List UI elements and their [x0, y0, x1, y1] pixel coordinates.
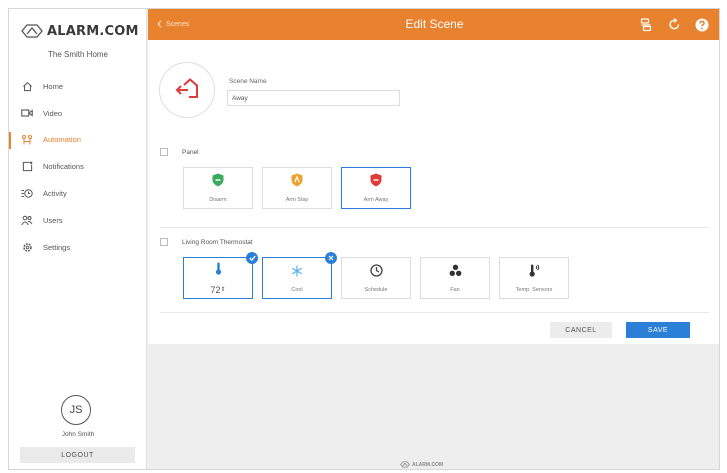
activity-icon: [21, 188, 33, 200]
thermostat-option-label: Fan: [450, 286, 460, 293]
arm-away-shield-icon: [370, 173, 382, 192]
clock-icon: [369, 263, 383, 282]
footer-brand: ALARM.COM: [412, 461, 444, 468]
settings-icon: [21, 241, 33, 253]
sidebar-item-settings[interactable]: Settings: [9, 234, 147, 261]
divider: [160, 227, 709, 228]
panel-label: Panel: [182, 148, 199, 156]
header-bar: Scenes Edit Scene: [148, 9, 719, 40]
sidebar: ALARM.COM The Smith Home Home Video Auto…: [9, 9, 147, 469]
refresh-icon[interactable]: [667, 18, 681, 32]
sidebar-item-home[interactable]: Home: [9, 73, 147, 100]
thermostat-label: Living Room Thermostat: [182, 238, 253, 246]
scene-editor-card: Scene Name Panel Disarm Arm Stay Arm Awa…: [148, 40, 719, 344]
panel-option-label: Arm Away: [363, 197, 389, 203]
back-to-scenes-link[interactable]: Scenes: [157, 9, 189, 40]
away-house-icon: [175, 77, 199, 104]
automation-icon: [21, 134, 33, 146]
close-icon: [328, 255, 334, 261]
sidebar-item-users[interactable]: Users: [9, 207, 147, 234]
thermostat-row: Living Room Thermostat: [160, 238, 253, 246]
thermostat-option-label: Cool: [291, 286, 303, 293]
thermostat-option-label: Schedule: [364, 286, 388, 293]
snowflake-icon: [291, 264, 303, 282]
back-label: Scenes: [166, 21, 190, 28]
users-icon: [21, 214, 33, 226]
sidebar-item-label: Users: [43, 215, 63, 225]
disarm-shield-icon: [212, 173, 224, 192]
footer-logo: ALARM.COM: [400, 461, 443, 468]
panel-row: Panel: [160, 148, 199, 156]
thermostat-option-temp-sensors[interactable]: Temp. Sensors: [499, 257, 569, 299]
thermostat-option-schedule[interactable]: Schedule: [341, 257, 411, 299]
sidebar-item-video[interactable]: Video: [9, 100, 147, 127]
temp-sensors-icon: [528, 263, 541, 282]
arm-stay-shield-icon: [291, 173, 303, 192]
scene-list-icon[interactable]: [639, 17, 653, 32]
thermostat-option-setpoint[interactable]: 72⇕: [183, 252, 258, 299]
brand-name: ALARM.COM: [47, 23, 139, 39]
sidebar-item-label: Activity: [43, 189, 67, 199]
brand-logo: ALARM.COM: [21, 19, 139, 43]
scene-name-input[interactable]: [227, 90, 400, 106]
sidebar-item-notifications[interactable]: Notifications: [9, 153, 147, 180]
sidebar-item-label: Automation: [43, 135, 81, 145]
thermostat-option-fan[interactable]: Fan: [420, 257, 490, 299]
sidebar-item-label: Home: [43, 81, 64, 91]
divider: [160, 312, 709, 313]
check-icon: [248, 255, 256, 261]
adjust-arrows-icon: ⇕: [220, 286, 226, 293]
thermostat-option-label: Temp. Sensors: [515, 286, 553, 293]
page-title: Edit Scene: [405, 17, 464, 31]
sidebar-item-label: Settings: [43, 242, 71, 252]
sidebar-item-automation[interactable]: Automation: [9, 127, 147, 154]
scene-icon-picker[interactable]: [159, 62, 215, 118]
deselect-badge[interactable]: [325, 252, 337, 264]
panel-option-label: Disarm: [209, 197, 227, 203]
temperature-value: 72⇕: [210, 285, 225, 295]
panel-checkbox[interactable]: [160, 148, 168, 156]
sidebar-nav: Home Video Automation Notifications Acti…: [9, 73, 147, 261]
sidebar-item-label: Video: [43, 108, 63, 118]
home-name: The Smith Home: [47, 50, 109, 59]
alarm-logo-icon: [400, 461, 410, 468]
thermostat-checkbox[interactable]: [160, 238, 168, 246]
avatar[interactable]: JS: [61, 395, 91, 425]
logout-button[interactable]: LOGOUT: [20, 447, 135, 463]
help-icon[interactable]: [695, 18, 709, 32]
scene-name-label: Scene Name: [229, 78, 267, 85]
user-name: John Smith: [61, 431, 95, 438]
panel-option-label: Arm Stay: [285, 197, 309, 203]
temperature-number: 72: [210, 284, 221, 295]
alarm-logo-icon: [21, 24, 43, 38]
panel-option-disarm[interactable]: Disarm: [183, 167, 253, 209]
sidebar-item-label: Notifications: [43, 162, 84, 172]
thermometer-icon: [215, 262, 222, 280]
panel-option-arm-stay[interactable]: Arm Stay: [262, 167, 332, 209]
home-icon: [21, 80, 33, 92]
cancel-button[interactable]: CANCEL: [550, 322, 612, 338]
chevron-left-icon: [157, 19, 162, 30]
notifications-icon: [21, 161, 33, 173]
panel-option-arm-away[interactable]: Arm Away: [341, 167, 411, 209]
save-button[interactable]: SAVE: [626, 322, 690, 338]
fan-icon: [449, 264, 462, 282]
selected-check-badge: [246, 252, 258, 264]
app-window: ALARM.COM The Smith Home Home Video Auto…: [8, 8, 720, 470]
video-icon: [21, 107, 33, 119]
sidebar-item-activity[interactable]: Activity: [9, 180, 147, 207]
thermostat-option-cool[interactable]: Cool: [262, 252, 337, 299]
